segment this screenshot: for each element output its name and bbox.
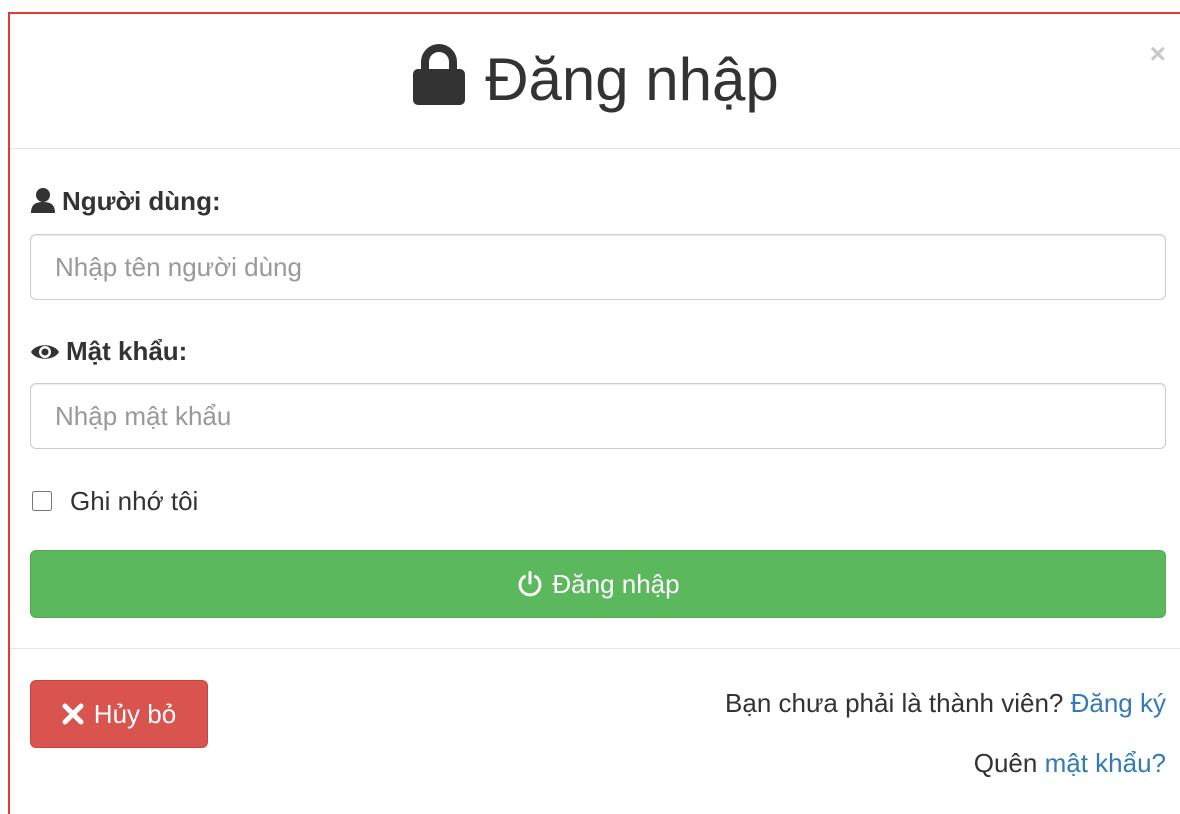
user-icon — [31, 188, 55, 213]
login-modal: Đăng nhập × Người dùng: Mật khẩu: Ghi nh… — [8, 12, 1180, 814]
password-input[interactable] — [30, 383, 1166, 449]
modal-title: Đăng nhập — [10, 44, 1180, 116]
remember-label: Ghi nhớ tôi — [70, 486, 199, 516]
footer-divider — [10, 648, 1180, 649]
close-icon[interactable]: × — [1150, 40, 1166, 68]
cancel-button[interactable]: Hủy bỏ — [30, 680, 208, 748]
forgot-password-prompt: Quên mật khẩu? — [974, 748, 1166, 778]
login-button-label: Đăng nhập — [552, 568, 680, 599]
username-input[interactable] — [30, 234, 1166, 300]
forgot-text: Quên — [973, 748, 1038, 778]
times-icon — [62, 703, 84, 725]
login-button[interactable]: Đăng nhập — [30, 550, 1166, 618]
eye-icon — [31, 345, 59, 359]
register-prompt: Bạn chưa phải là thành viên? Đăng ký — [725, 688, 1166, 718]
password-label: Mật khẩu: — [30, 336, 187, 366]
register-link[interactable]: Đăng ký — [1071, 688, 1166, 718]
not-member-text: Bạn chưa phải là thành viên? — [725, 688, 1064, 718]
password-label-text: Mật khẩu: — [66, 336, 188, 366]
modal-title-text: Đăng nhập — [485, 46, 779, 113]
power-icon — [518, 571, 542, 597]
remember-me[interactable]: Ghi nhớ tôi — [32, 486, 198, 516]
username-label-text: Người dùng: — [62, 186, 221, 216]
remember-checkbox[interactable] — [32, 491, 52, 511]
modal-header: Đăng nhập × — [10, 14, 1180, 149]
lock-icon — [413, 44, 466, 105]
cancel-button-label: Hủy bỏ — [93, 698, 177, 729]
username-label: Người dùng: — [30, 186, 221, 216]
forgot-password-link[interactable]: mật khẩu? — [1045, 748, 1166, 778]
